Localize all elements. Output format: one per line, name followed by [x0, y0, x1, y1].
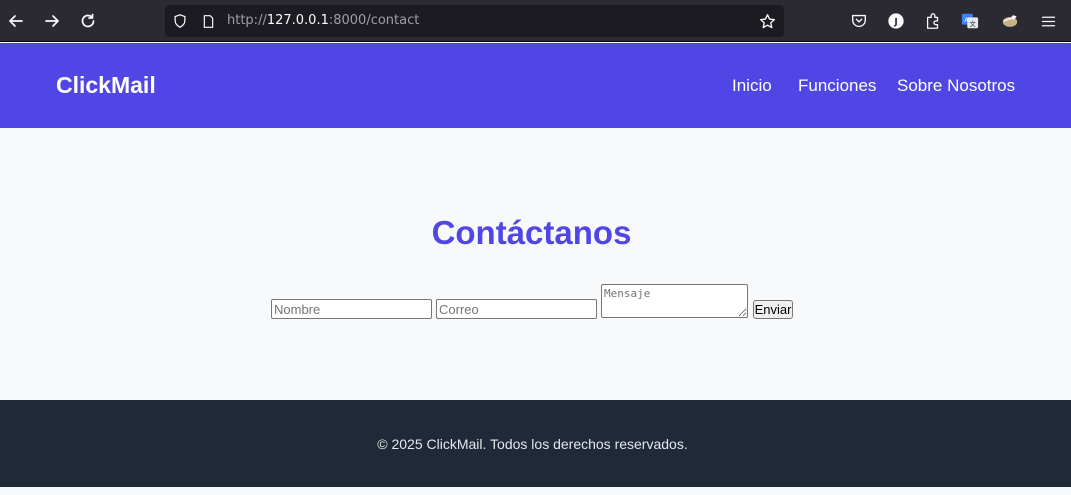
email-input[interactable]: [436, 299, 597, 319]
star-icon[interactable]: [758, 12, 776, 30]
back-icon[interactable]: [4, 9, 28, 33]
nav-link-inicio[interactable]: Inicio: [732, 76, 772, 96]
url-text[interactable]: http://127.0.0.1:8000/contact: [227, 13, 419, 28]
nav-link-sobre-nosotros[interactable]: Sobre Nosotros: [897, 76, 1015, 96]
addon-icon[interactable]: [1000, 11, 1020, 31]
svg-text:A: A: [964, 17, 969, 24]
address-bar[interactable]: http://127.0.0.1:8000/contact: [165, 5, 784, 37]
profile-icon[interactable]: J: [886, 11, 906, 31]
nav-link-funciones[interactable]: Funciones: [798, 76, 876, 96]
name-input[interactable]: [271, 299, 432, 319]
reload-icon[interactable]: [76, 9, 100, 33]
send-button[interactable]: Enviar: [753, 300, 793, 319]
site-header: ClickMail Inicio Funciones Sobre Nosotro…: [0, 43, 1071, 128]
browser-toolbar: http://127.0.0.1:8000/contact J A文: [0, 0, 1071, 42]
site-footer: © 2025 ClickMail. Todos los derechos res…: [0, 400, 1071, 487]
translate-icon[interactable]: A文: [960, 11, 980, 31]
extensions-icon[interactable]: [923, 11, 943, 31]
footer-copyright: © 2025 ClickMail. Todos los derechos res…: [377, 436, 688, 452]
brand-logo[interactable]: ClickMail: [56, 72, 156, 99]
pocket-icon[interactable]: [849, 11, 869, 31]
page-bottom: [0, 487, 1071, 495]
contact-section: Contáctanos Enviar: [0, 128, 1071, 400]
svg-text:J: J: [893, 18, 897, 28]
menu-icon[interactable]: [1038, 11, 1058, 31]
forward-icon[interactable]: [40, 9, 64, 33]
shield-icon[interactable]: [171, 12, 189, 30]
page-title: Contáctanos: [431, 214, 632, 251]
message-textarea[interactable]: [601, 284, 748, 318]
svg-text:文: 文: [970, 19, 977, 28]
page-icon[interactable]: [199, 12, 217, 30]
